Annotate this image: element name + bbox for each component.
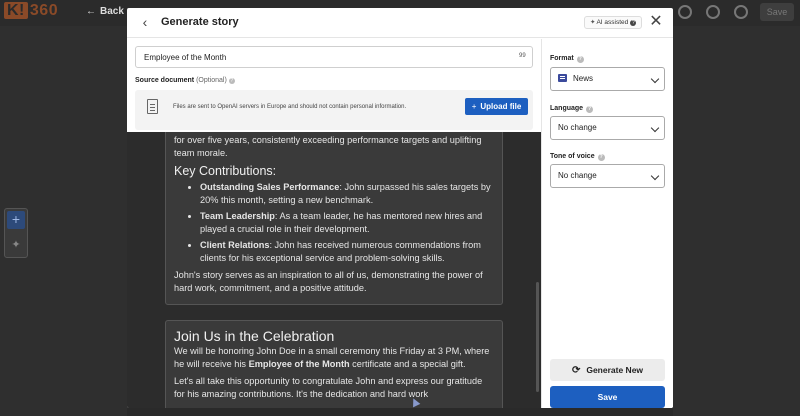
background-canvas-right [673, 26, 800, 416]
info-icon: ? [630, 20, 637, 26]
info-icon: ? [228, 78, 235, 84]
close-button[interactable]: ✕ [648, 14, 664, 30]
background-toolbar-icons [678, 5, 748, 19]
gear-icon [706, 5, 720, 19]
section-heading: Key Contributions: [174, 164, 277, 178]
info-icon: ? [597, 154, 605, 161]
chevron-down-icon [650, 123, 660, 133]
section-paragraph: Let's all take this opportunity to congr… [174, 376, 483, 399]
generate-story-modal: ‹ Generate story ✦AI assisted? ✕ 99 Sour… [127, 8, 673, 408]
list-item: Outstanding Sales Performance: John surp… [200, 181, 494, 207]
eye-icon [734, 5, 748, 19]
generate-new-button[interactable]: ⟳ Generate New [550, 359, 665, 381]
format-label: Format? [550, 55, 584, 63]
list-item: Client Relations: John has received nume… [200, 239, 494, 265]
upload-note: Files are sent to OpenAI servers in Euro… [173, 104, 407, 110]
settings-pane: Format? News Language? No change Tone of… [541, 39, 673, 408]
story-title-input[interactable] [135, 46, 533, 68]
background-toolbox: + ✦ [4, 208, 28, 258]
language-select[interactable]: No change [550, 116, 665, 140]
arrow-left-icon: ← [86, 6, 96, 17]
app-logo: K! 360 [4, 2, 58, 20]
tone-label: Tone of voice? [550, 153, 605, 161]
save-button[interactable]: Save [550, 386, 665, 408]
tone-select[interactable]: No change [550, 164, 665, 188]
char-count: 99 [519, 53, 526, 59]
section-paragraph: John's story serves as an inspiration to… [174, 270, 483, 293]
story-editor-pane: 99 Source document (Optional)? Files are… [127, 39, 541, 408]
chevron-down-icon [650, 74, 660, 84]
list-item: Team Leadership: As a team leader, he ha… [200, 210, 494, 236]
upload-dropzone[interactable]: Files are sent to OpenAI servers in Euro… [135, 90, 533, 130]
contributions-list: Outstanding Sales Performance: John surp… [200, 181, 494, 265]
preview-scrollbar[interactable] [536, 282, 539, 392]
source-document-label: Source document (Optional)? [135, 77, 235, 84]
background-back-button: ← Back [86, 6, 124, 17]
story-section-card[interactable]: Join Us in the Celebration We will be ho… [165, 320, 503, 408]
plus-icon: + [471, 102, 477, 111]
info-icon: ? [576, 56, 584, 63]
sparkle-icon: ✦ [590, 19, 596, 26]
story-section-card[interactable]: for over five years, consistently exceed… [165, 132, 503, 305]
language-label: Language? [550, 105, 594, 113]
chevron-down-icon [650, 171, 660, 181]
story-preview[interactable]: for over five years, consistently exceed… [127, 132, 541, 408]
close-icon: ✕ [649, 13, 663, 30]
upload-file-button[interactable]: + Upload file [465, 98, 528, 115]
theme-icon [678, 5, 692, 19]
background-save-button: Save [760, 3, 794, 21]
ai-assisted-badge[interactable]: ✦AI assisted? [584, 16, 643, 29]
modal-header: ‹ Generate story ✦AI assisted? ✕ [127, 8, 673, 38]
format-select[interactable]: News [550, 67, 665, 91]
chevron-left-icon: ‹ [142, 14, 148, 30]
section-heading: Join Us in the Celebration [174, 328, 335, 344]
document-icon [147, 99, 158, 114]
news-icon [558, 74, 567, 82]
section-paragraph: for over five years, consistently exceed… [174, 135, 482, 158]
modal-title: Generate story [161, 16, 239, 28]
magic-wand-icon: ✦ [11, 239, 21, 251]
plus-icon: + [7, 211, 25, 229]
info-icon: ? [586, 106, 594, 113]
back-button[interactable]: ‹ [137, 14, 153, 30]
refresh-icon: ⟳ [571, 365, 581, 376]
section-paragraph: We will be honoring John Doe in a small … [174, 346, 490, 369]
